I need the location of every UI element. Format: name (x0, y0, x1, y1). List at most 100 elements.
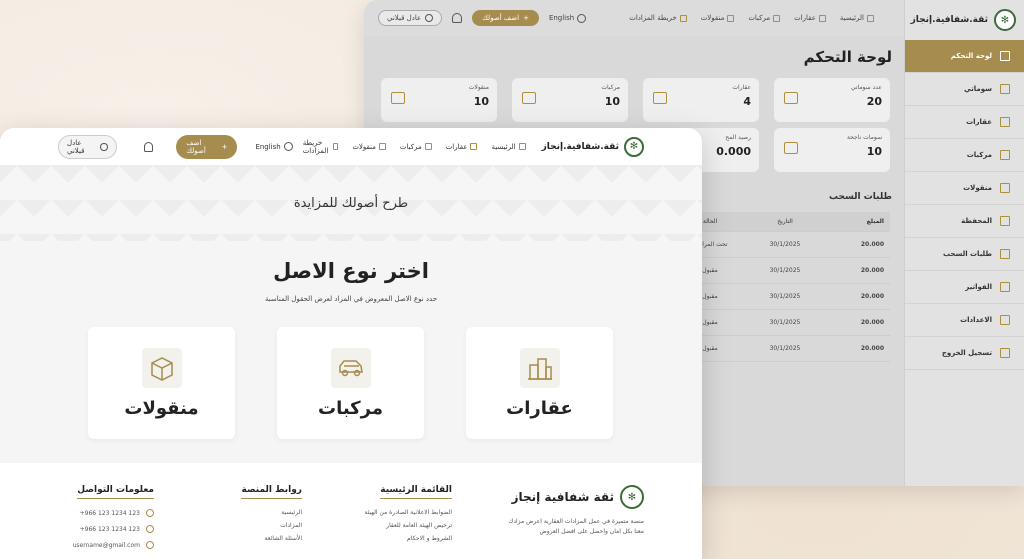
auction-topbar: عادل قيلاني اضف أصولك + English خريطة الم… (0, 128, 702, 166)
footer-brand-name: ثقة شفافية إنجاز (511, 490, 614, 504)
dashboard-sidebar: ثقة.شفافية.إنجاز ✻ لوحة التحكم سوماتي عق… (904, 0, 1024, 486)
stat-card-vehicles[interactable]: مركبات 10 (512, 78, 628, 122)
nav-item-home[interactable]: الرئيسية (491, 139, 526, 155)
wallet-icon (1000, 216, 1010, 226)
whatsapp-icon (146, 509, 154, 517)
nav-item-movables[interactable]: منقولات (352, 139, 386, 155)
footer-contact: معلومات التواصل +966 123 1234 123 +966 1… (54, 485, 154, 557)
nav-item-realestate[interactable]: عقارات (794, 14, 826, 22)
palm-logo-icon: ✻ (620, 485, 644, 509)
sidebar-item-my-bids[interactable]: سوماتي (905, 73, 1024, 106)
nav-item-movables[interactable]: منقولات (701, 14, 735, 22)
asset-card-movables[interactable]: منقولات (88, 327, 235, 439)
logout-icon (1000, 348, 1010, 358)
sidebar-logo[interactable]: ثقة.شفافية.إنجاز ✻ (905, 0, 1024, 40)
nav-item-map[interactable]: خريطة المزادات (303, 139, 339, 155)
footer-heading: القائمة الرئيسية (380, 485, 452, 499)
sidebar-item-invoices[interactable]: الفواتير (905, 271, 1024, 304)
add-asset-button[interactable]: اضف أصولك + (176, 134, 238, 159)
home-icon (518, 143, 526, 150)
nav-item-realestate[interactable]: عقارات (446, 139, 478, 155)
language-switch[interactable]: English (548, 13, 587, 23)
sidebar-item-withdrawals[interactable]: طلبات السحب (905, 238, 1024, 271)
contact-phone[interactable]: +966 123 1234 123 (54, 525, 154, 533)
building-icon (818, 14, 826, 22)
user-name: عادل قيلاني (67, 138, 85, 155)
add-asset-button[interactable]: اضف أصولك + (472, 10, 539, 26)
stat-card-successful-bids[interactable]: سومات ناجحة 10 (774, 128, 890, 172)
globe-icon (577, 13, 587, 23)
auction-nav: خريطة المزادات منقولات مركبات عقارات الر… (303, 139, 526, 155)
box-icon (141, 347, 182, 388)
sidebar-item-dashboard[interactable]: لوحة التحكم (905, 40, 1024, 73)
car-icon (424, 143, 432, 150)
nav-item-vehicles[interactable]: مركبات (748, 14, 781, 22)
bell-icon[interactable] (452, 13, 463, 23)
footer-link[interactable]: ترخيص الهيئة العامة للعقار (332, 522, 452, 529)
hero-banner: طرح أصولك للمزايدة (0, 166, 702, 241)
stat-card-realestate[interactable]: عقارات 4 (643, 78, 759, 122)
user-menu[interactable]: عادل قيلاني (378, 10, 443, 26)
footer-link[interactable]: الأسئلة الشائعة (212, 535, 303, 542)
stat-card-my-bids[interactable]: عدد سوماتي 20 (774, 78, 890, 122)
sidebar-item-movables[interactable]: منقولات (905, 172, 1024, 205)
contact-whatsapp[interactable]: +966 123 1234 123 (54, 509, 154, 517)
hero-title: طرح أصولك للمزايدة (293, 196, 409, 211)
box-icon (391, 92, 405, 104)
footer-link[interactable]: الضوابط الاعلانية الصادرة من الهيئة (332, 509, 452, 516)
car-icon (773, 14, 781, 22)
mail-icon (146, 541, 154, 549)
dashboard-title: لوحة التحكم (803, 48, 892, 66)
sidebar-item-realestate[interactable]: عقارات (905, 106, 1024, 139)
asset-type-section: اختر نوع الاصل حدد نوع الاصل المعروض في … (0, 241, 702, 463)
column-amount: المبلغ (866, 218, 884, 225)
user-menu[interactable]: عادل قيلاني (58, 134, 117, 159)
add-asset-label: اضف أصولك (482, 14, 520, 22)
contact-email[interactable]: username@gmail.com (54, 541, 154, 549)
select-subtitle: حدد نوع الاصل المعروض في المزاد لعرض الح… (264, 295, 438, 303)
palm-logo-icon: ✻ (994, 9, 1016, 31)
car-icon (1000, 150, 1010, 160)
footer-link[interactable]: الرئيسية (212, 509, 302, 516)
footer-link[interactable]: الشروط و الاحكام (332, 535, 452, 542)
add-asset-label: اضف أصولك (186, 138, 206, 155)
dashboard-topbar: عادل قيلاني اضف أصولك + English خريطة الم… (364, 0, 904, 36)
footer-logo[interactable]: ثقة شفافية إنجاز ✻ (484, 485, 644, 509)
asset-card-vehicles[interactable]: مركبات (277, 327, 424, 439)
globe-icon (283, 142, 293, 151)
dashboard-nav: خريطة المزادات منقولات مركبات عقارات الر… (629, 14, 874, 22)
withdrawals-title: طلبات السحب (828, 192, 892, 202)
sidebar-item-vehicles[interactable]: مركبات (905, 139, 1024, 172)
bell-icon[interactable] (143, 141, 153, 152)
building-icon (470, 143, 478, 150)
sidebar-item-wallet[interactable]: المحفظة (905, 205, 1024, 238)
car-icon (522, 92, 536, 104)
box-icon (378, 143, 386, 150)
sidebar-item-settings[interactable]: الاعدادات (905, 304, 1024, 337)
language-switch[interactable]: English (255, 142, 293, 151)
nav-item-home[interactable]: الرئيسية (840, 14, 874, 22)
palm-logo-icon: ✻ (624, 136, 644, 157)
select-title: اختر نوع الاصل (273, 259, 429, 283)
nav-item-map[interactable]: خريطة المزادات (629, 14, 687, 22)
stat-card-movables[interactable]: منقولات 10 (381, 78, 497, 122)
stat-label: مركبات (601, 84, 620, 91)
withdraw-icon (1000, 249, 1010, 259)
footer-description: منصة متميزة في عمل المزادات العقارية اعر… (508, 518, 644, 535)
asset-card-label: مركبات (317, 397, 383, 419)
building-icon (519, 347, 560, 388)
nav-item-vehicles[interactable]: مركبات (400, 139, 432, 155)
stat-label: عدد سوماتي (850, 84, 882, 91)
asset-card-realestate[interactable]: عقارات (466, 327, 613, 439)
header-logo[interactable]: ثقة.شفافية.إنجاز ✻ (542, 136, 644, 157)
user-icon (425, 14, 434, 22)
box-icon (727, 14, 735, 22)
footer-platform-links: روابط المنصة الرئيسية المزادات الأسئلة ا… (212, 485, 302, 548)
footer-link[interactable]: المزادات (212, 522, 302, 529)
language-label: English (255, 142, 281, 151)
language-label: English (548, 14, 575, 22)
map-icon (333, 143, 339, 150)
bid-icon (784, 92, 798, 104)
plus-icon: + (523, 14, 529, 22)
sidebar-item-logout[interactable]: تسجيل الخروج (905, 337, 1024, 370)
